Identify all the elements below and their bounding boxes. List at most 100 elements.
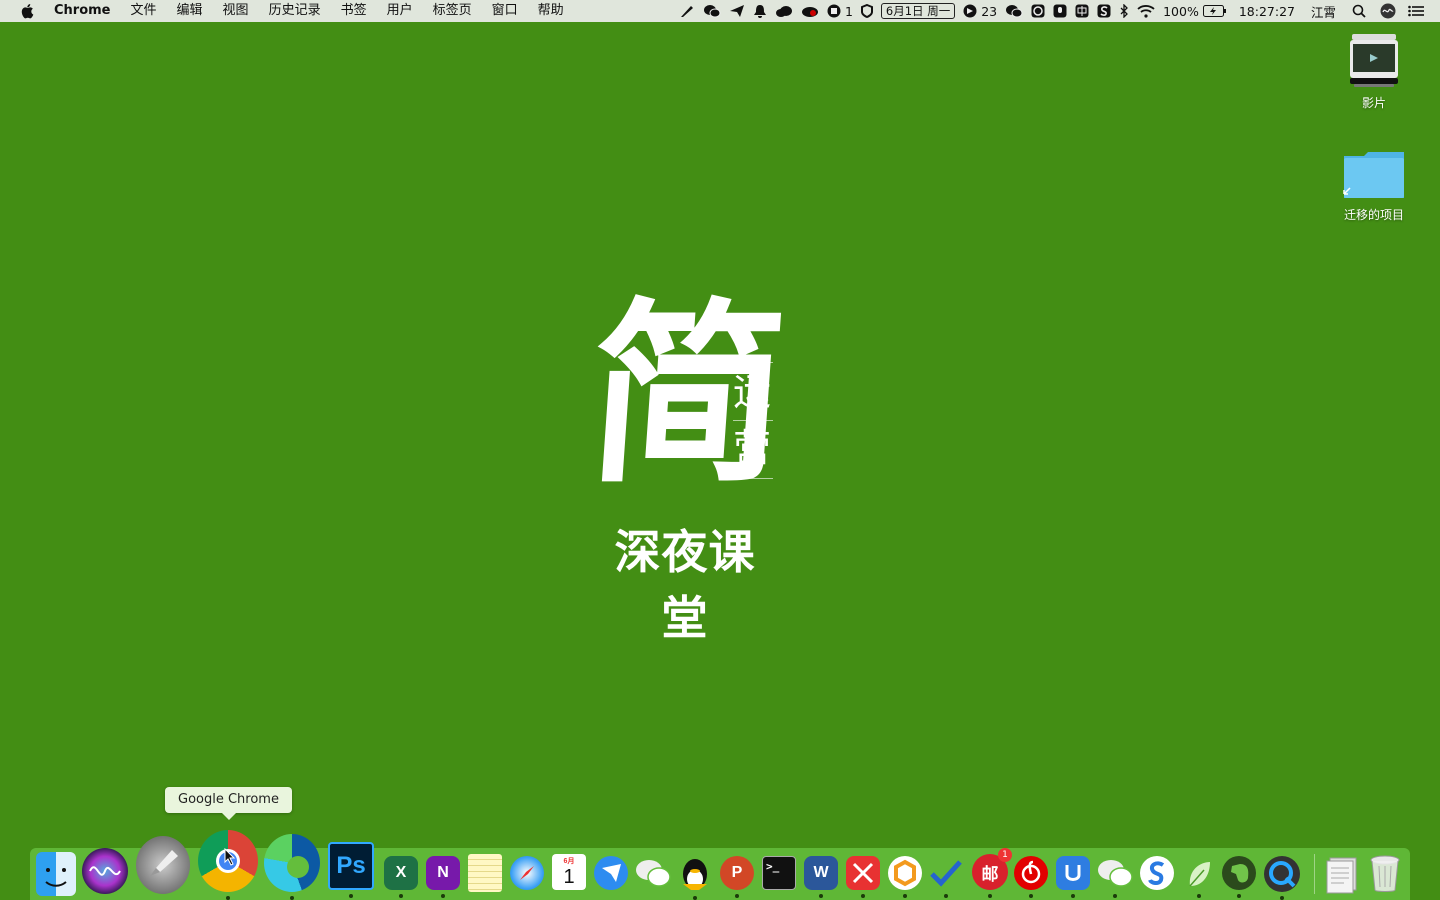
dock-evernote[interactable] xyxy=(1222,856,1256,898)
wechat-app-icon xyxy=(1096,856,1134,890)
dock-running-dot xyxy=(861,894,865,898)
dock-running-dot xyxy=(693,896,697,900)
dock-trash[interactable] xyxy=(1368,852,1402,894)
dock-excel[interactable]: X xyxy=(384,856,418,898)
bluetooth-icon[interactable] xyxy=(1115,0,1133,22)
dock-separator xyxy=(1314,854,1315,894)
paper-plane-icon[interactable] xyxy=(725,0,749,22)
menu-view[interactable]: 视图 xyxy=(213,0,259,22)
dock-powerpoint[interactable]: P xyxy=(720,856,754,898)
menu-people[interactable]: 用户 xyxy=(377,0,423,22)
dock-running-dot xyxy=(735,894,739,898)
finder-icon xyxy=(36,852,76,896)
menu-window[interactable]: 窗口 xyxy=(482,0,528,22)
menu-history[interactable]: 历史记录 xyxy=(259,0,331,22)
dock-running-dot xyxy=(1237,894,1241,898)
dock-running-dot xyxy=(819,894,823,898)
bell-icon[interactable] xyxy=(749,0,771,22)
wallpaper-vertical-bottom: 营 xyxy=(733,426,772,470)
menu-app-chrome[interactable]: Chrome xyxy=(54,0,121,22)
dock-finder[interactable] xyxy=(36,852,76,896)
dock-sogou[interactable] xyxy=(1140,856,1174,890)
battery-charging-icon xyxy=(1202,5,1227,17)
siri-icon[interactable] xyxy=(1374,0,1402,22)
dock-qq[interactable] xyxy=(678,854,712,900)
desktop-item-movies[interactable]: 影片 xyxy=(1329,30,1419,111)
menu-help[interactable]: 帮助 xyxy=(528,0,574,22)
spotlight-search-icon[interactable] xyxy=(1344,0,1374,22)
pen-icon[interactable] xyxy=(675,0,699,22)
wallpaper-subtitle: 深夜课堂 xyxy=(614,525,756,645)
safari-icon xyxy=(510,856,544,890)
dock-wechat-1[interactable] xyxy=(634,856,672,890)
dock-running-dot xyxy=(226,896,230,900)
wifi-icon[interactable] xyxy=(1133,0,1159,22)
wallpaper-line-mid xyxy=(733,420,773,421)
dock-netease-music[interactable] xyxy=(1014,856,1048,898)
dock-green-leaf[interactable] xyxy=(1182,856,1216,898)
menu-file[interactable]: 文件 xyxy=(121,0,167,22)
dock-running-dot xyxy=(903,894,907,898)
date-text: 6月1日 周一 xyxy=(880,3,956,19)
microphone-icon[interactable] xyxy=(1049,0,1071,22)
dock-edge[interactable] xyxy=(264,834,320,900)
wallpaper-line-bottom xyxy=(733,478,773,479)
dock-todo[interactable] xyxy=(928,856,964,898)
photoshop-icon: Ps xyxy=(328,842,374,890)
battery-percent: 100% xyxy=(1163,3,1199,19)
wechat-app-icon xyxy=(634,856,672,890)
leaf-icon xyxy=(1182,856,1216,890)
folder-icon xyxy=(1342,148,1406,202)
dock-netease-mail[interactable]: 邮 1 xyxy=(972,848,1012,898)
dock-orange-hex[interactable] xyxy=(888,856,922,898)
apple-icon[interactable] xyxy=(18,0,36,22)
dock-shield-app[interactable] xyxy=(1056,856,1090,898)
smiley-icon[interactable] xyxy=(1027,0,1049,22)
desktop-label-migrated: 迁移的项目 xyxy=(1343,208,1404,222)
dock-siri[interactable] xyxy=(82,848,128,894)
dock-onenote[interactable]: N xyxy=(426,856,460,898)
menu-edit[interactable]: 编辑 xyxy=(167,0,213,22)
dock-documents-stack[interactable] xyxy=(1324,854,1360,894)
dock-feishu[interactable] xyxy=(594,856,628,890)
dock-word[interactable]: W xyxy=(804,856,838,898)
cloud-music-icon[interactable] xyxy=(797,0,823,22)
dock-running-dot xyxy=(1197,894,1201,898)
input-method-zh-icon[interactable] xyxy=(1071,0,1093,22)
dock-calendar[interactable]: 6月 1 xyxy=(552,854,586,890)
battery-indicator[interactable]: 100% xyxy=(1159,0,1231,22)
checkmark-icon xyxy=(928,856,964,890)
desktop-item-migrated[interactable]: 迁移的项目 xyxy=(1329,148,1419,223)
date-display[interactable]: 6月1日 周一 xyxy=(877,0,959,22)
dock-running-dot xyxy=(290,896,294,900)
dock-photoshop[interactable]: Ps xyxy=(328,842,374,898)
dock: Ps X N 6月 1 P >_ W 邮 1 xyxy=(30,830,1410,900)
shield-icon[interactable] xyxy=(857,0,877,22)
menu-bookmarks[interactable]: 书签 xyxy=(331,0,377,22)
user-name[interactable]: 江霄 xyxy=(1303,0,1344,22)
notification-center-icon[interactable] xyxy=(1402,0,1430,22)
cloud-icon[interactable] xyxy=(771,0,797,22)
dock-launchpad[interactable] xyxy=(136,836,190,894)
document-stack-icon xyxy=(1324,854,1360,894)
dock-running-dot xyxy=(1280,896,1284,900)
quicktime-icon xyxy=(1264,856,1300,892)
dock-running-dot xyxy=(1113,894,1117,898)
dock-terminal[interactable]: >_ xyxy=(762,856,796,890)
dock-wechat-2[interactable] xyxy=(1096,856,1134,898)
wallpaper-vertical-top: 运 xyxy=(733,370,772,414)
dock-notes[interactable] xyxy=(468,854,502,892)
dock-xmind[interactable] xyxy=(846,856,880,898)
sync-s-icon[interactable] xyxy=(1093,0,1115,22)
dock-quicktime[interactable] xyxy=(1264,856,1300,900)
app-count-indicator[interactable]: 23 xyxy=(959,0,1001,22)
menu-tabs[interactable]: 标签页 xyxy=(423,0,482,22)
badge-circle-icon[interactable]: 1 xyxy=(823,0,857,22)
clock-time[interactable]: 18:27:27 xyxy=(1231,0,1303,22)
wechat-status-icon[interactable] xyxy=(699,0,725,22)
menu-bar: Chrome 文件 编辑 视图 历史记录 书签 用户 标签页 窗口 帮助 1 6… xyxy=(0,0,1440,22)
notification-badge: 1 xyxy=(998,848,1012,862)
calendar-day: 1 xyxy=(563,865,575,888)
wechat-icon[interactable] xyxy=(1001,0,1027,22)
dock-safari[interactable] xyxy=(510,856,544,890)
